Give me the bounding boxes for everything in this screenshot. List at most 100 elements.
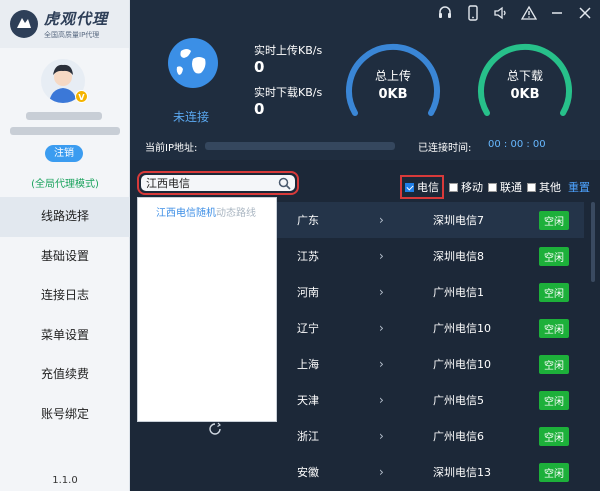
chevron-right-icon: › — [379, 357, 384, 371]
server-cell: 广州电信1 — [433, 286, 484, 299]
masked-expiry — [10, 127, 120, 135]
sidebar: 虎观代理 全国高质量IP代理 V 注销 (全局代理模式) 线路选择 基础设置 连… — [0, 0, 130, 491]
province-cell: 江苏 — [297, 250, 319, 263]
filter-mobile[interactable]: 移动 — [449, 179, 483, 195]
sidebar-item-line-select[interactable]: 线路选择 — [0, 197, 130, 237]
headset-icon[interactable] — [436, 4, 454, 22]
total-upload-value: 0KB — [378, 87, 408, 102]
filter-telecom-label: 电信 — [417, 181, 439, 194]
province-cell: 河南 — [297, 286, 319, 299]
total-download-label: 总下载 — [506, 69, 543, 83]
minimize-icon[interactable] — [548, 4, 566, 22]
sidebar-item-basic-settings[interactable]: 基础设置 — [0, 237, 130, 277]
server-cell: 广州电信5 — [433, 394, 484, 407]
connected-time-value: 00 : 00 : 00 — [488, 139, 546, 150]
logout-button[interactable]: 注销 — [45, 145, 83, 162]
list-scrollbar[interactable] — [591, 202, 595, 282]
close-icon[interactable] — [576, 4, 594, 22]
masked-ip — [205, 142, 395, 150]
total-download-value: 0KB — [510, 87, 540, 102]
search-dropdown: 江西电信随机动态路线 — [137, 197, 277, 422]
dropdown-item[interactable]: 江西电信随机动态路线 — [156, 204, 256, 219]
download-speed-value: 0 — [254, 100, 265, 118]
chevron-right-icon: › — [379, 465, 384, 479]
table-row[interactable]: 辽宁 › 广州电信10 空闲 — [277, 310, 584, 346]
checkbox-other[interactable] — [527, 182, 536, 192]
masked-username — [26, 112, 102, 120]
sidebar-item-recharge[interactable]: 充值续费 — [0, 355, 130, 395]
upload-speed-label: 实时上传KB/s — [254, 44, 323, 57]
table-row[interactable]: 天津 › 广州电信5 空闲 — [277, 382, 584, 418]
vip-badge: V — [75, 90, 88, 103]
app-title: 虎观代理 — [44, 10, 109, 28]
filter-telecom[interactable]: 电信 — [400, 175, 444, 199]
filter-unicom-label: 联通 — [500, 181, 522, 194]
chevron-right-icon: › — [379, 249, 384, 263]
speaker-icon[interactable] — [492, 4, 510, 22]
total-download-gauge: 总下载 0KB — [475, 37, 575, 117]
server-cell: 深圳电信7 — [433, 214, 484, 227]
status-badge: 空闲 — [539, 282, 569, 302]
status-badge: 空闲 — [539, 318, 569, 338]
loading-spinner-icon — [208, 422, 222, 439]
status-badge: 空闲 — [539, 246, 569, 266]
total-upload-label: 总上传 — [374, 69, 411, 83]
chevron-right-icon: › — [379, 321, 384, 335]
download-speed-label: 实时下载KB/s — [254, 86, 323, 99]
filter-other-label: 其他 — [539, 181, 561, 194]
app-subtitle: 全国高质量IP代理 — [44, 31, 100, 39]
app-logo: 虎观代理 全国高质量IP代理 — [0, 0, 129, 48]
proxy-mode-text: (全局代理模式) — [31, 179, 99, 190]
province-cell: 上海 — [297, 358, 319, 371]
server-cell: 广州电信10 — [433, 358, 491, 371]
filter-other[interactable]: 其他 — [527, 179, 561, 195]
dropdown-item-main: 江西电信随机 — [156, 208, 216, 219]
current-ip-label: 当前IP地址: — [145, 143, 198, 154]
province-cell: 浙江 — [297, 430, 319, 443]
table-row[interactable]: 河南 › 广州电信1 空闲 — [277, 274, 584, 310]
server-cell: 广州电信6 — [433, 430, 484, 443]
status-badge: 空闲 — [539, 462, 569, 482]
table-row[interactable]: 安徽 › 深圳电信13 空闲 — [277, 454, 584, 490]
sidebar-item-account-binding[interactable]: 账号绑定 — [0, 395, 130, 435]
filter-mobile-label: 移动 — [461, 181, 483, 194]
table-row[interactable]: 上海 › 广州电信10 空闲 — [277, 346, 584, 382]
globe-icon[interactable] — [167, 37, 219, 89]
server-cell: 深圳电信8 — [433, 250, 484, 263]
sidebar-item-menu-settings[interactable]: 菜单设置 — [0, 316, 130, 356]
search-icon[interactable] — [278, 177, 291, 193]
province-cell: 广东 — [297, 214, 319, 227]
filter-unicom[interactable]: 联通 — [488, 179, 522, 195]
province-cell: 天津 — [297, 394, 319, 407]
chevron-right-icon: › — [379, 285, 384, 299]
table-row[interactable]: 广东 › 深圳电信7 空闲 — [277, 202, 584, 238]
status-badge: 空闲 — [539, 390, 569, 410]
chevron-right-icon: › — [379, 429, 384, 443]
line-list: 广东 › 深圳电信7 空闲 江苏 › 深圳电信8 空闲 河南 › 广州电信1 空… — [277, 202, 584, 490]
isp-filters: 电信 移动 联通 其他 重置 — [400, 175, 590, 199]
total-upload-gauge: 总上传 0KB — [343, 37, 443, 117]
status-badge: 空闲 — [539, 354, 569, 374]
checkbox-unicom[interactable] — [488, 182, 497, 192]
chevron-right-icon: › — [379, 393, 384, 407]
checkbox-mobile[interactable] — [449, 182, 458, 192]
connected-time-label: 已连接时间: — [418, 143, 472, 154]
search-highlight — [137, 171, 299, 195]
server-cell: 深圳电信13 — [433, 466, 491, 479]
province-cell: 安徽 — [297, 466, 319, 479]
table-row[interactable]: 江苏 › 深圳电信8 空闲 — [277, 238, 584, 274]
search-box — [141, 175, 295, 191]
tiger-logo-icon — [10, 10, 38, 38]
sidebar-nav: 线路选择 基础设置 连接日志 菜单设置 充值续费 账号绑定 — [0, 197, 130, 434]
search-input[interactable] — [141, 175, 295, 191]
sidebar-item-connection-log[interactable]: 连接日志 — [0, 276, 130, 316]
alert-icon[interactable] — [520, 4, 538, 22]
dropdown-item-sub: 动态路线 — [216, 208, 256, 219]
phone-icon[interactable] — [464, 4, 482, 22]
table-row[interactable]: 浙江 › 广州电信6 空闲 — [277, 418, 584, 454]
status-header: 未连接 实时上传KB/s 0 实时下载KB/s 0 总上传 0KB 总下载 0K… — [130, 0, 600, 160]
reset-link[interactable]: 重置 — [568, 179, 590, 195]
checkbox-telecom[interactable] — [405, 182, 414, 192]
version-text: 1.1.0 — [52, 475, 78, 486]
connection-status: 未连接 — [173, 110, 210, 124]
